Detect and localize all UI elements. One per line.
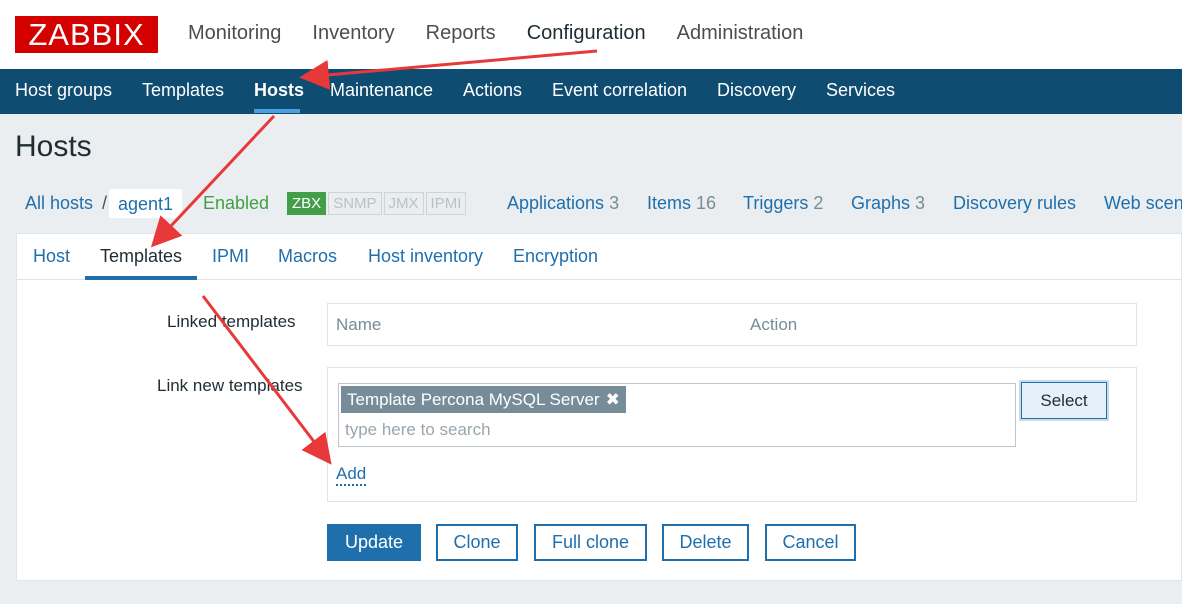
all-hosts-link[interactable]: All hosts (25, 193, 93, 214)
remove-template-icon[interactable]: ✖ (606, 390, 620, 409)
submenu-services[interactable]: Services (826, 80, 895, 101)
host-status-enabled[interactable]: Enabled (203, 193, 269, 214)
items-link[interactable]: Items 16 (647, 193, 716, 214)
cancel-button[interactable]: Cancel (765, 524, 856, 561)
linked-templates-label: Linked templates (167, 312, 296, 331)
selected-template-chip: Template Percona MySQL Server ✖ (341, 386, 626, 413)
select-button[interactable]: Select (1021, 382, 1107, 419)
tab-host-inventory[interactable]: Host inventory (368, 246, 483, 267)
applications-link[interactable]: Applications 3 (507, 193, 619, 214)
template-multiselect[interactable]: Template Percona MySQL Server ✖ (338, 383, 1016, 447)
applications-count: 3 (609, 193, 620, 213)
triggers-label: Triggers (743, 193, 809, 213)
menu-administration[interactable]: Administration (677, 22, 804, 45)
top-header: ZABBIX Monitoring Inventory Reports Conf… (0, 0, 1182, 69)
add-template-link[interactable]: Add (336, 464, 367, 486)
link-new-templates-box: Template Percona MySQL Server ✖ Select Ad… (327, 367, 1137, 502)
host-navigation-bar: All hosts / agent1 Enabled ZBX SNMP JMX … (0, 185, 1182, 221)
jmx-badge: JMX (383, 192, 424, 215)
graphs-count: 3 (915, 193, 926, 213)
submenu-maintenance[interactable]: Maintenance (330, 80, 433, 101)
submenu-hosts[interactable]: Hosts (254, 80, 304, 101)
items-label: Items (647, 193, 692, 213)
items-count: 16 (696, 193, 717, 213)
graphs-link[interactable]: Graphs 3 (851, 193, 925, 214)
triggers-link[interactable]: Triggers 2 (743, 193, 823, 214)
breadcrumb-current-host[interactable]: agent1 (109, 189, 182, 218)
submenu-event-correlation[interactable]: Event correlation (552, 80, 687, 101)
page-title: Hosts (15, 130, 92, 163)
menu-monitoring[interactable]: Monitoring (188, 22, 281, 45)
tab-encryption[interactable]: Encryption (513, 246, 598, 267)
triggers-count: 2 (813, 193, 824, 213)
main-menu: Monitoring Inventory Reports Configurati… (188, 22, 834, 45)
active-tab-indicator (85, 276, 197, 280)
link-new-templates-label: Link new templates (157, 376, 303, 395)
submenu-actions[interactable]: Actions (463, 80, 522, 101)
ipmi-badge: IPMI (425, 192, 467, 215)
full-clone-button[interactable]: Full clone (534, 524, 647, 561)
column-header-name: Name (336, 315, 382, 334)
web-scenarios-link[interactable]: Web scen (1104, 193, 1182, 214)
clone-button[interactable]: Clone (436, 524, 518, 561)
annotation-arrow-to-templates-tab (150, 114, 276, 248)
zabbix-logo[interactable]: ZABBIX (15, 16, 158, 53)
applications-label: Applications (507, 193, 605, 213)
availability-badges: ZBX SNMP JMX IPMI (287, 192, 468, 215)
snmp-badge: SNMP (328, 192, 382, 215)
column-header-action: Action (750, 315, 798, 334)
active-submenu-indicator (254, 109, 300, 113)
menu-inventory[interactable]: Inventory (312, 22, 394, 45)
submenu-templates[interactable]: Templates (142, 80, 224, 101)
menu-reports[interactable]: Reports (426, 22, 496, 45)
delete-button[interactable]: Delete (662, 524, 749, 561)
host-form-tabs: Host Templates IPMI Macros Host inventor… (17, 234, 1182, 280)
submenu-host-groups[interactable]: Host groups (15, 80, 112, 101)
tab-templates[interactable]: Templates (100, 246, 182, 267)
breadcrumb-separator: / (102, 193, 108, 213)
sub-menu: Host groups Templates Hosts Maintenance … (0, 69, 1182, 114)
discovery-rules-link[interactable]: Discovery rules (953, 193, 1076, 214)
zbx-badge: ZBX (287, 192, 327, 215)
host-form-panel: Host Templates IPMI Macros Host inventor… (16, 233, 1182, 581)
tab-macros[interactable]: Macros (278, 246, 337, 267)
tab-host[interactable]: Host (33, 246, 70, 267)
menu-configuration[interactable]: Configuration (527, 22, 646, 45)
tab-ipmi[interactable]: IPMI (212, 246, 249, 267)
update-button[interactable]: Update (327, 524, 421, 561)
template-search-input[interactable] (345, 420, 985, 440)
submenu-discovery[interactable]: Discovery (717, 80, 796, 101)
linked-templates-table: Name Action (327, 303, 1137, 346)
host-name: agent1 (118, 194, 174, 214)
selected-template-name: Template Percona MySQL Server (347, 390, 600, 409)
graphs-label: Graphs (851, 193, 911, 213)
